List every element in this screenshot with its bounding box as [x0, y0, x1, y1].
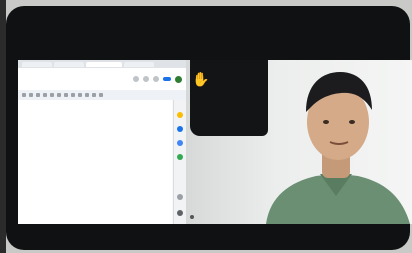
- link-icon[interactable]: [71, 93, 75, 97]
- tasks-icon[interactable]: [177, 126, 183, 132]
- meet-icon[interactable]: [153, 76, 159, 82]
- underline-icon[interactable]: [57, 93, 61, 97]
- account-avatar[interactable]: [175, 75, 182, 83]
- add-icon[interactable]: [177, 194, 183, 200]
- italic-icon[interactable]: [50, 93, 54, 97]
- bold-icon[interactable]: [43, 93, 47, 97]
- image-icon[interactable]: [78, 93, 82, 97]
- redo-icon[interactable]: [29, 93, 33, 97]
- list-icon[interactable]: [92, 93, 96, 97]
- browser-tab-strip: [18, 60, 186, 68]
- browser-tab[interactable]: [124, 61, 154, 67]
- expand-icon[interactable]: [177, 210, 183, 216]
- edit-mode-icon[interactable]: [99, 93, 103, 97]
- browser-tab-active[interactable]: [86, 61, 122, 67]
- browser-tab[interactable]: [54, 61, 84, 67]
- align-icon[interactable]: [85, 93, 89, 97]
- side-panel-rail: [173, 100, 186, 224]
- maps-icon[interactable]: [177, 154, 183, 160]
- formatting-toolbar: [18, 90, 186, 100]
- doc-body: [18, 100, 186, 224]
- keep-icon[interactable]: [177, 112, 183, 118]
- share-button[interactable]: [163, 77, 171, 81]
- contacts-icon[interactable]: [177, 140, 183, 146]
- doc-page[interactable]: [18, 100, 172, 224]
- participant-video-tile[interactable]: ✋: [186, 60, 412, 224]
- comment-icon[interactable]: [143, 76, 149, 82]
- undo-icon[interactable]: [22, 93, 26, 97]
- doc-header: [18, 68, 186, 90]
- text-color-icon[interactable]: [64, 93, 68, 97]
- history-icon[interactable]: [133, 76, 139, 82]
- raised-hand-icon: ✋: [192, 72, 210, 88]
- browser-tab[interactable]: [22, 61, 52, 67]
- mic-status-icon: [190, 215, 194, 219]
- print-icon[interactable]: [36, 93, 40, 97]
- shared-document-window: [18, 60, 186, 224]
- participant-person: [266, 72, 410, 224]
